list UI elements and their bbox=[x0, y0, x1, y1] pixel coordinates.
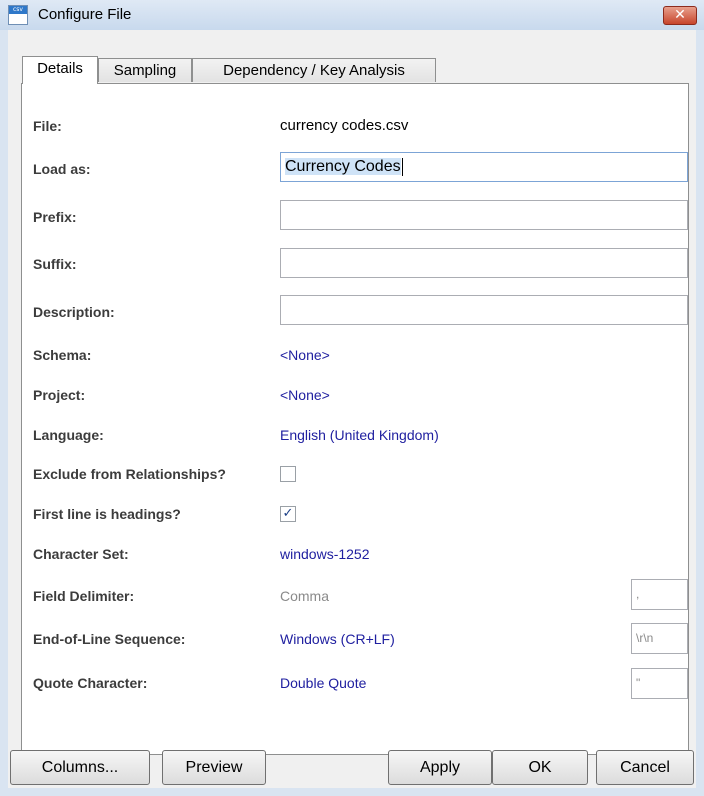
load-as-label: Load as: bbox=[33, 161, 91, 177]
first-line-headings-label: First line is headings? bbox=[33, 506, 181, 522]
prefix-label: Prefix: bbox=[33, 209, 77, 225]
schema-link[interactable]: <None> bbox=[280, 347, 330, 363]
suffix-input[interactable] bbox=[280, 248, 688, 278]
suffix-label: Suffix: bbox=[33, 256, 77, 272]
end-of-line-label: End-of-Line Sequence: bbox=[33, 631, 186, 647]
tab-sampling[interactable]: Sampling bbox=[98, 58, 192, 82]
window-title: Configure File bbox=[38, 6, 132, 23]
csv-file-icon: csv bbox=[8, 5, 28, 25]
preview-button[interactable]: Preview bbox=[162, 750, 266, 785]
tab-details[interactable]: Details bbox=[22, 56, 98, 84]
quote-character-link[interactable]: Double Quote bbox=[280, 675, 366, 691]
cancel-button[interactable]: Cancel bbox=[596, 750, 694, 785]
end-of-line-link[interactable]: Windows (CR+LF) bbox=[280, 631, 395, 647]
file-label: File: bbox=[33, 118, 62, 134]
field-delimiter-label: Field Delimiter: bbox=[33, 588, 135, 604]
schema-label: Schema: bbox=[33, 347, 92, 363]
field-delimiter-value: Comma bbox=[280, 588, 330, 604]
character-set-link[interactable]: windows-1252 bbox=[280, 546, 370, 562]
load-as-input[interactable]: Currency Codes bbox=[280, 152, 688, 182]
language-label: Language: bbox=[33, 427, 104, 443]
columns-button[interactable]: Columns... bbox=[10, 750, 150, 785]
character-set-label: Character Set: bbox=[33, 546, 129, 562]
description-input[interactable] bbox=[280, 295, 688, 325]
tab-dependency-key-analysis[interactable]: Dependency / Key Analysis bbox=[192, 58, 436, 82]
close-button[interactable]: ✕ bbox=[663, 6, 697, 25]
project-label: Project: bbox=[33, 387, 86, 403]
quote-character-label: Quote Character: bbox=[33, 675, 148, 691]
details-panel: File: currency codes.csv Load as: Curren… bbox=[21, 83, 689, 755]
dialog-body: Details Sampling Dependency / Key Analys… bbox=[8, 30, 696, 788]
title-bar[interactable]: csv Configure File ✕ bbox=[0, 0, 704, 30]
exclude-relationships-label: Exclude from Relationships? bbox=[33, 466, 226, 482]
file-value: currency codes.csv bbox=[280, 117, 409, 134]
ok-button[interactable]: OK bbox=[492, 750, 588, 785]
text-caret bbox=[401, 157, 403, 176]
apply-button[interactable]: Apply bbox=[388, 750, 492, 785]
configure-file-dialog: csv Configure File ✕ Details Sampling De… bbox=[0, 0, 704, 796]
description-label: Description: bbox=[33, 304, 115, 320]
quote-character-code[interactable]: " bbox=[631, 668, 688, 699]
language-link[interactable]: English (United Kingdom) bbox=[280, 427, 439, 443]
field-delimiter-code[interactable]: , bbox=[631, 579, 688, 610]
first-line-headings-checkbox[interactable]: ✓ bbox=[280, 506, 296, 522]
project-link[interactable]: <None> bbox=[280, 387, 330, 403]
prefix-input[interactable] bbox=[280, 200, 688, 230]
exclude-relationships-checkbox[interactable] bbox=[280, 466, 296, 482]
end-of-line-code[interactable]: \r\n bbox=[631, 623, 688, 654]
